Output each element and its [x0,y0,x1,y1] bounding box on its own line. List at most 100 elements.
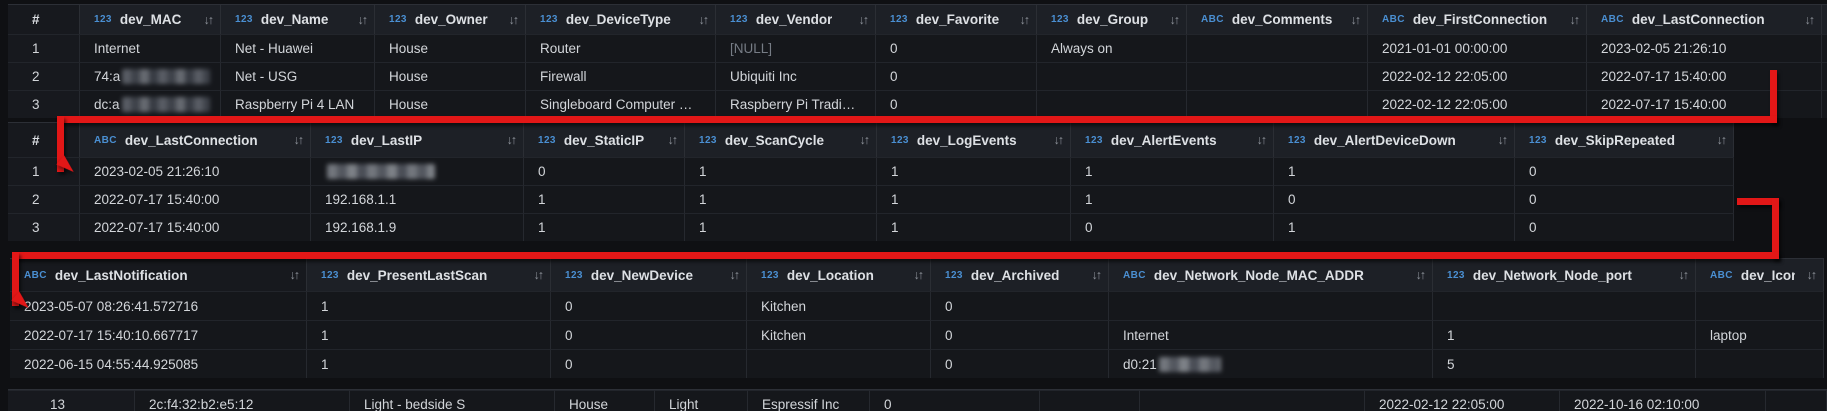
table-cell: 0 [1515,157,1734,185]
col-header-dev_vendor[interactable]: 123dev_Vendor↓↑ [716,5,876,34]
cell-text: 1 [699,192,707,207]
table-cell: Raspberry Pi Tradi… [716,90,876,118]
col-label: dev_StaticIP [564,133,644,148]
sort-icon[interactable]: ↓↑ [503,133,516,147]
table-row: 1InternetNet - HuaweiHouseRouter[NULL]0A… [8,34,1827,62]
col-header-dev_owner[interactable]: 123dev_Owner↓↑ [375,5,526,34]
col-header-dev_logevents[interactable]: 123dev_LogEvents↓↑ [877,123,1071,157]
col-header-dev_lastnotification[interactable]: ABCdev_LastNotification↓↑ [10,259,307,291]
col-header-dev_network_node_mac_addr[interactable]: ABCdev_Network_Node_MAC_ADDR↓↑ [1109,259,1433,291]
sort-icon[interactable]: ↓↑ [200,13,213,27]
col-header-dev_mac[interactable]: 123dev_MAC↓↑ [80,5,221,34]
cell-text: Firewall [540,69,587,84]
sort-icon[interactable]: ↓↑ [1675,268,1688,282]
sort-icon[interactable]: ↓↑ [1494,133,1507,147]
sort-icon[interactable]: ↓↑ [1566,13,1579,27]
col-header-dev_staticip[interactable]: 123 dev_StaticIP ↓↑ [524,123,685,157]
table-cell [1696,291,1824,320]
sort-icon[interactable]: ↓↑ [910,268,923,282]
col-header-dev_newdevice[interactable]: 123dev_NewDevice↓↑ [551,259,747,291]
table-cell: Espressif Inc [748,390,870,411]
col-header-dev_archived[interactable]: 123dev_Archived↓↑ [931,259,1109,291]
sort-icon[interactable]: ↓↑ [1016,13,1029,27]
cell-text: 2022-07-17 15:40:10.667717 [24,328,198,343]
col-label: dev_LastConnection [1632,12,1765,27]
sort-icon[interactable]: ↓↑ [1050,133,1063,147]
table-cell: 192.168.1.1 [311,185,524,213]
col-header-dev_scancycle[interactable]: 123 dev_ScanCycle ↓↑ [685,123,877,157]
sort-icon[interactable]: ↓↑ [695,13,708,27]
col-header-#: # [8,123,80,157]
table-cell: Internet [1109,320,1433,349]
table-cell: Kitchen [747,291,931,320]
type-badge-123-icon: 123 [1288,135,1306,146]
type-badge-abc-icon: ABC [1601,14,1624,25]
col-header-dev_skiprepeated[interactable]: 123dev_SkipRepeated↓↑ [1515,123,1734,157]
type-badge-abc-icon: ABC [1123,270,1146,281]
cell-text: 0 [890,41,898,56]
col-label: dev_FirstConnection [1413,12,1547,27]
table-cell: dc:a [80,90,221,118]
col-label: dev_Group [1077,12,1148,27]
table-row: 132c:f4:32:b2:e5:12Light - bedside SHous… [8,390,1827,411]
sort-icon[interactable]: ↓↑ [1713,133,1726,147]
table-cell: Net - USG [221,62,375,90]
col-header-dev_comments[interactable]: ABCdev_Comments↓↑ [1187,5,1368,34]
sort-icon[interactable]: ↓↑ [286,268,299,282]
table-cell [1037,90,1187,118]
col-label: dev_AlertEvents [1111,133,1217,148]
sort-icon[interactable]: ↓↑ [290,133,303,147]
sort-icon[interactable]: ↓↑ [1803,268,1816,282]
cell-text: 192.168.1.1 [325,192,396,207]
sort-icon[interactable]: ↓↑ [1166,13,1179,27]
table-row: 12023-02-05 21:26:10011110 [8,157,1734,185]
sort-icon[interactable]: ↓↑ [1088,268,1101,282]
table-cell: 2022-10-16 02:10:00 [1560,390,1766,411]
table-cell: 2 [8,62,80,90]
table-cell: 2023-02-05 21:26:10 [80,157,311,185]
cell-text: Always on [1051,41,1113,56]
sort-icon[interactable]: ↓↑ [530,268,543,282]
table-cell: d0:21 [1109,349,1433,378]
col-label: dev_ScanCycle [725,133,824,148]
col-header-dev_group[interactable]: 123dev_Group↓↑ [1037,5,1187,34]
col-header-dev_name[interactable]: 123dev_Name↓↑ [221,5,375,34]
col-header-dev_favorite[interactable]: 123dev_Favorite↓↑ [876,5,1037,34]
table-cell: 2 [8,185,80,213]
sort-icon[interactable]: ↓↑ [354,13,367,27]
col-header-dev_alertevents[interactable]: 123dev_AlertEvents↓↑ [1071,123,1274,157]
cell-text: 1 [321,357,329,372]
col-header-dev_presentlastscan[interactable]: 123dev_PresentLastScan↓↑ [307,259,551,291]
sort-icon[interactable]: ↓↑ [726,268,739,282]
col-header-dev_lastconnection[interactable]: ABCdev_LastConnection↓↑ [80,123,311,157]
col-header-dev_lastip[interactable]: 123dev_LastIP↓↑ [311,123,524,157]
table-cell: 2022-02-12 22:05:00 [1365,390,1560,411]
type-badge-123-icon: 123 [699,135,717,146]
table-cell: House [375,34,526,62]
sort-icon[interactable]: ↓↑ [856,133,869,147]
col-header-dev_icon[interactable]: ABCdev_Icon↓↑ [1696,259,1824,291]
type-badge-123-icon: 123 [538,135,556,146]
col-header-dev_location[interactable]: 123dev_Location↓↑ [747,259,931,291]
col-header-dev_alertdevicedown[interactable]: 123dev_AlertDeviceDown↓↑ [1274,123,1515,157]
sort-icon[interactable]: ↓↑ [1253,133,1266,147]
col-label: dev_Comments [1232,12,1333,27]
col-header-dev_firstconnection[interactable]: ABCdev_FirstConnection↓↑ [1368,5,1587,34]
sort-icon[interactable]: ↓↑ [1412,268,1425,282]
sort-icon[interactable]: ↓↑ [1801,13,1814,27]
table-row: 32022-07-17 15:40:00192.168.1.9111010 [8,213,1734,241]
sort-icon[interactable]: ↓↑ [505,13,518,27]
cell-text: 2022-07-17 15:40:00 [1601,69,1726,84]
cell-text: 3 [32,97,40,112]
sort-icon[interactable]: ↓↑ [664,133,677,147]
col-header-dev_devicetype[interactable]: 123dev_DeviceType↓↑ [526,5,716,34]
table-cell: 1 [1274,157,1515,185]
col-header-dev_lastconnection[interactable]: ABC dev_LastConnection ↓↑ [1587,5,1822,34]
col-header-dev_network_node_port[interactable]: 123dev_Network_Node_port↓↑ [1433,259,1696,291]
cell-text: 1 [1085,192,1093,207]
sort-icon[interactable]: ↓↑ [855,13,868,27]
table-cell: 3 [8,213,80,241]
cell-text: 0 [884,397,892,411]
sort-icon[interactable]: ↓↑ [1347,13,1360,27]
table-cell: House [375,62,526,90]
